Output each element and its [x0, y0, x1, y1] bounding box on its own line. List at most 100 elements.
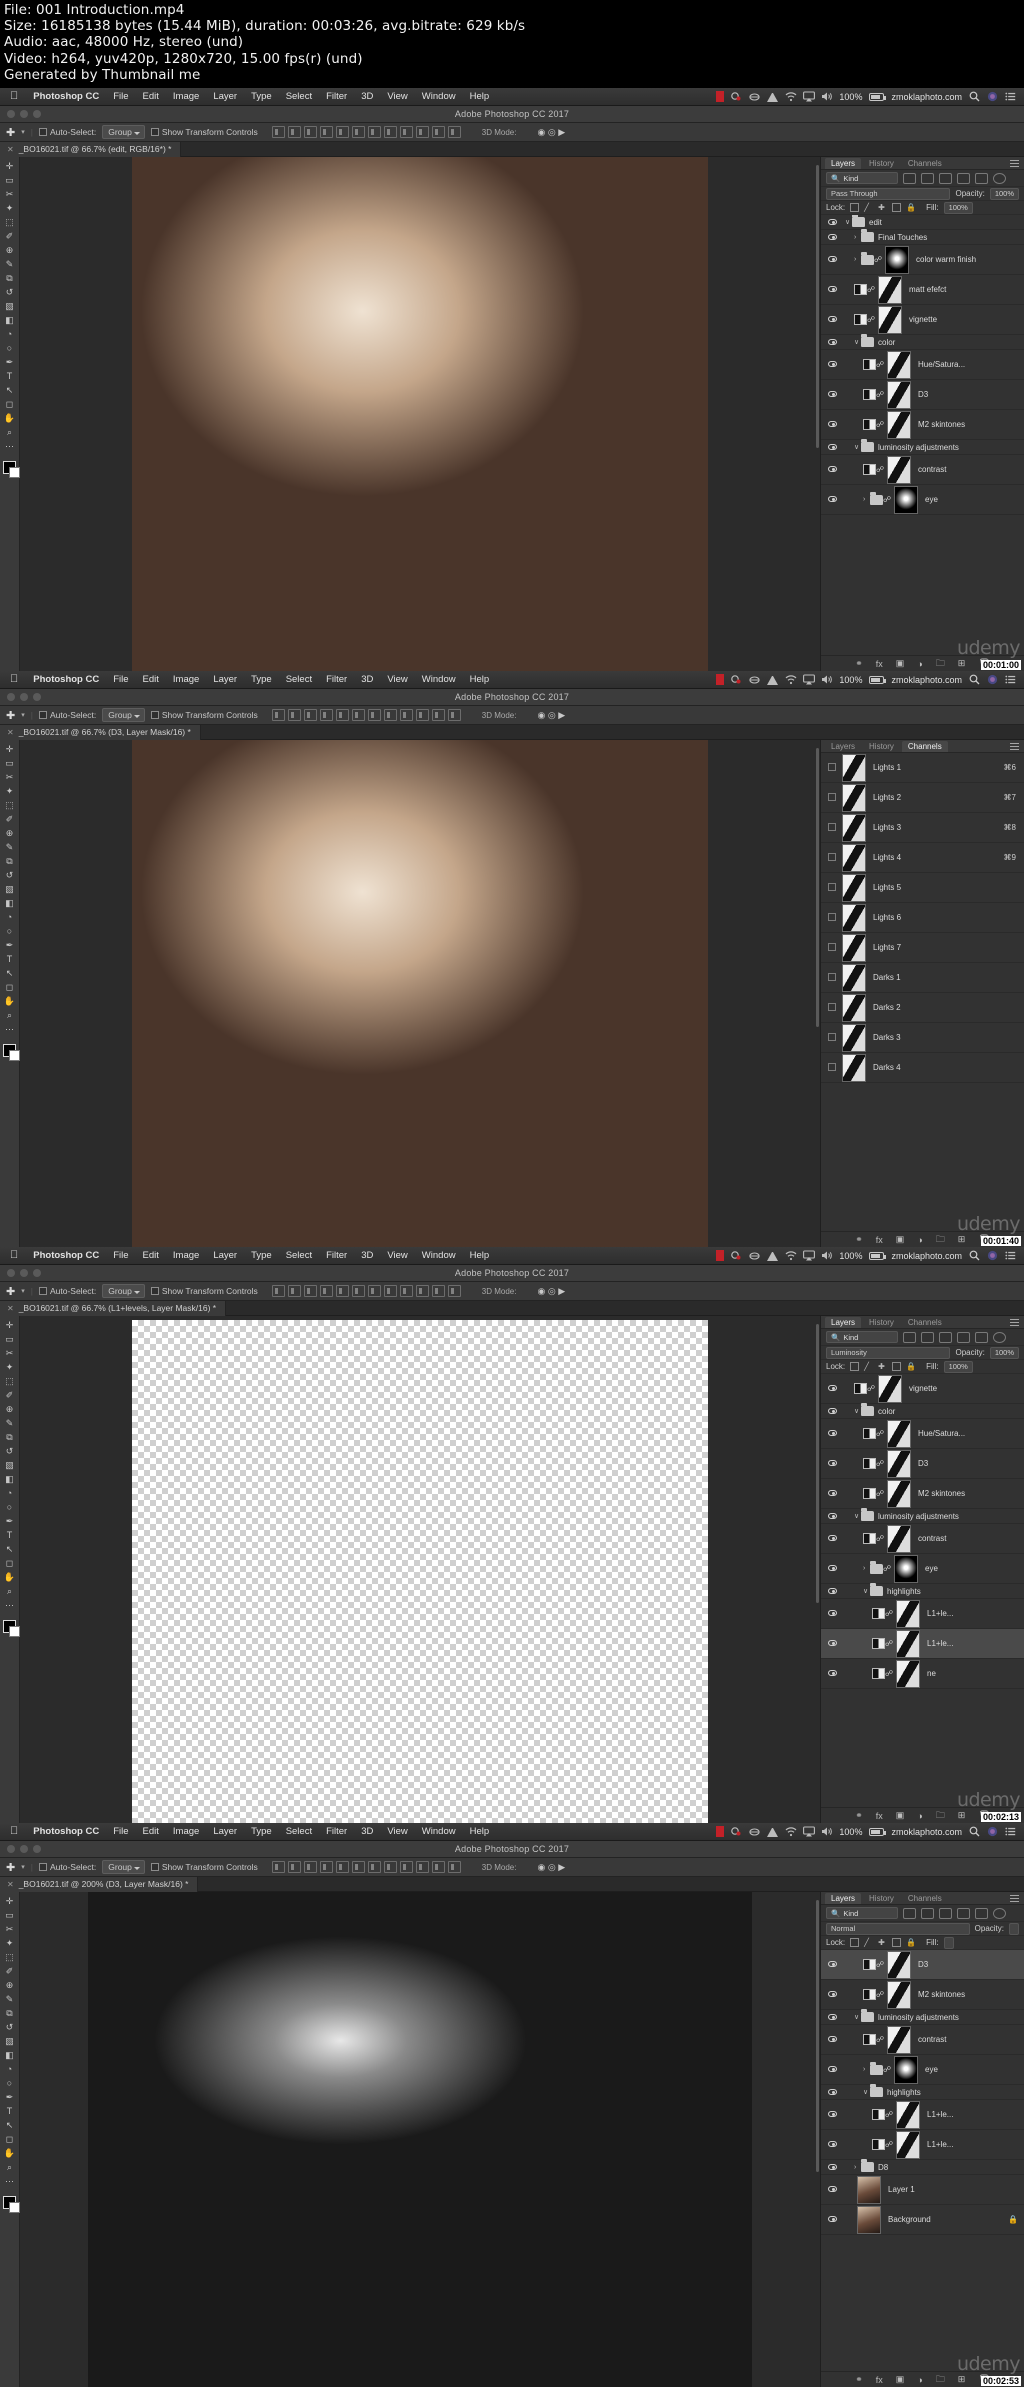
- menu-item-image[interactable]: Image: [166, 91, 206, 102]
- drive-icon[interactable]: [767, 1250, 778, 1261]
- channel-row[interactable]: Darks 4: [821, 1053, 1024, 1083]
- apple-logo-icon[interactable]: : [4, 673, 26, 687]
- cloud-icon[interactable]: [749, 1250, 760, 1261]
- layer-mask-thumbnail[interactable]: [887, 1981, 911, 2009]
- foreground-background-color-swatch[interactable]: [3, 461, 16, 474]
- healing-brush-tool[interactable]: ⊕: [6, 1980, 14, 1991]
- siri-icon[interactable]: [987, 1250, 998, 1261]
- align-button-1[interactable]: [272, 709, 285, 721]
- channel-row[interactable]: Lights 5: [821, 873, 1024, 903]
- eyedropper-tool[interactable]: ✐: [6, 814, 14, 825]
- layer-visibility-toggle[interactable]: [825, 1512, 839, 1521]
- account-name-label[interactable]: zmoklaphoto.com: [891, 1251, 962, 1261]
- layer-visibility-toggle[interactable]: [825, 1489, 839, 1498]
- channel-visibility-toggle[interactable]: [825, 1063, 839, 1073]
- fill-field[interactable]: 100%: [944, 1361, 973, 1373]
- volume-icon[interactable]: [821, 91, 832, 102]
- link-mask-icon[interactable]: ☍: [876, 360, 884, 369]
- layer-row[interactable]: ☍ Hue/Satura...: [821, 1419, 1024, 1449]
- channel-row[interactable]: Lights 4 ⌘9: [821, 843, 1024, 873]
- image-canvas[interactable]: [88, 1892, 752, 2387]
- channel-thumbnail[interactable]: [842, 904, 866, 932]
- align-button-12[interactable]: [448, 709, 461, 721]
- menu-item-help[interactable]: Help: [463, 1826, 497, 1837]
- link-mask-icon[interactable]: ☍: [867, 285, 875, 294]
- gradient-tool[interactable]: ◧: [5, 898, 14, 909]
- notification-center-icon[interactable]: [1005, 91, 1016, 102]
- blur-tool[interactable]: ◔: [7, 2064, 12, 2075]
- layer-row[interactable]: ☍ contrast: [821, 455, 1024, 485]
- filter-smart-object-icon[interactable]: [975, 173, 988, 184]
- fx-icon[interactable]: fx: [876, 659, 883, 669]
- panel-tab-channels[interactable]: Channels: [902, 1317, 948, 1328]
- channel-thumbnail[interactable]: [842, 784, 866, 812]
- layer-visibility-toggle[interactable]: [825, 2163, 839, 2172]
- chevron-down-icon[interactable]: ∨: [854, 2013, 861, 2021]
- lock-transparent-pixels-icon[interactable]: [850, 1938, 859, 1947]
- channel-row[interactable]: Darks 3: [821, 1023, 1024, 1053]
- panel-tab-layers[interactable]: Layers: [825, 158, 861, 169]
- layer-visibility-toggle[interactable]: [825, 1960, 839, 1969]
- battery-icon[interactable]: [869, 676, 884, 684]
- brush-tool[interactable]: ✎: [6, 1418, 14, 1429]
- layer-visibility-toggle[interactable]: [825, 1534, 839, 1543]
- menu-item-file[interactable]: File: [106, 1826, 135, 1837]
- show-transform-checkbox[interactable]: Show Transform Controls: [151, 710, 258, 720]
- align-button-6[interactable]: [352, 1861, 365, 1873]
- filter-type-icon[interactable]: [939, 1908, 952, 1919]
- menu-item-file[interactable]: File: [106, 1250, 135, 1261]
- align-button-1[interactable]: [272, 1285, 285, 1297]
- move-tool-icon[interactable]: ✚: [6, 709, 15, 722]
- link-mask-icon[interactable]: ☍: [885, 1609, 893, 1618]
- link-mask-icon[interactable]: ☍: [874, 255, 882, 264]
- eraser-tool[interactable]: ▧: [5, 1460, 14, 1471]
- close-icon[interactable]: ✕: [7, 1880, 14, 1889]
- drive-icon[interactable]: [767, 1826, 778, 1837]
- layer-row[interactable]: ☍ M2 skintones: [821, 1479, 1024, 1509]
- menu-item-filter[interactable]: Filter: [319, 674, 354, 685]
- layer-mask-thumbnail[interactable]: [887, 1420, 911, 1448]
- layer-visibility-toggle[interactable]: [825, 443, 839, 452]
- channel-visibility-toggle[interactable]: [825, 823, 839, 833]
- close-icon[interactable]: ✕: [7, 728, 14, 737]
- layer-visibility-toggle[interactable]: [825, 465, 839, 474]
- crop-tool[interactable]: ⬚: [5, 1952, 14, 1963]
- align-button-2[interactable]: [288, 709, 301, 721]
- channel-thumbnail[interactable]: [842, 934, 866, 962]
- filter-adjustment-icon[interactable]: [921, 173, 934, 184]
- align-button-4[interactable]: [320, 126, 333, 138]
- align-button-12[interactable]: [448, 126, 461, 138]
- layer-mask-thumbnail[interactable]: [878, 1375, 902, 1403]
- marquee-tool[interactable]: ▭: [5, 1334, 14, 1345]
- blend-mode-dropdown[interactable]: Luminosity: [826, 1347, 950, 1359]
- layer-visibility-toggle[interactable]: [825, 2088, 839, 2097]
- menu-item-window[interactable]: Window: [415, 1826, 463, 1837]
- move-tool[interactable]: ✛: [6, 161, 14, 172]
- blend-mode-dropdown[interactable]: Normal: [826, 1923, 970, 1935]
- link-mask-icon[interactable]: ☍: [876, 1534, 884, 1543]
- layer-mask-thumbnail[interactable]: [896, 1600, 920, 1628]
- new-group-icon[interactable]: 🗀: [936, 1808, 945, 1824]
- move-tool[interactable]: ✛: [6, 744, 14, 755]
- link-mask-icon[interactable]: ☍: [867, 315, 875, 324]
- lock-all-icon[interactable]: 🔒: [906, 1362, 915, 1371]
- channel-visibility-toggle[interactable]: [825, 913, 839, 923]
- link-mask-icon[interactable]: ☍: [885, 2140, 893, 2149]
- blur-tool[interactable]: ◔: [7, 912, 12, 923]
- move-tool[interactable]: ✛: [6, 1320, 14, 1331]
- menu-item-edit[interactable]: Edit: [136, 674, 166, 685]
- more-tools[interactable]: ⋯: [5, 1600, 14, 1611]
- layer-mask-thumbnail[interactable]: [878, 276, 902, 304]
- channel-visibility-toggle[interactable]: [825, 883, 839, 893]
- blend-mode-dropdown[interactable]: Pass Through: [826, 188, 950, 200]
- align-button-7[interactable]: [368, 126, 381, 138]
- channel-visibility-toggle[interactable]: [825, 943, 839, 953]
- more-tools[interactable]: ⋯: [5, 1024, 14, 1035]
- move-tool-icon[interactable]: ✚: [6, 1285, 15, 1298]
- menu-item-help[interactable]: Help: [463, 91, 497, 102]
- layer-visibility-toggle[interactable]: [825, 1609, 839, 1618]
- align-button-3[interactable]: [304, 1861, 317, 1873]
- channel-thumbnail[interactable]: [842, 844, 866, 872]
- tool-preset-chevron-icon[interactable]: ▾: [21, 128, 25, 136]
- align-button-7[interactable]: [368, 1285, 381, 1297]
